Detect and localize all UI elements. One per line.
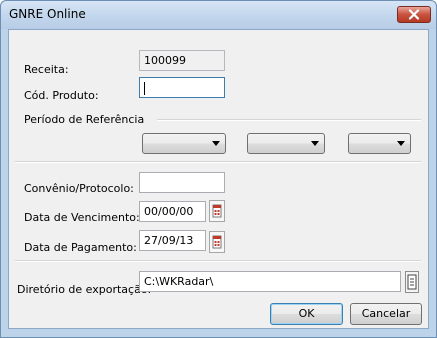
- browse-icon: [407, 274, 417, 290]
- periodo-dropdown-2[interactable]: [247, 133, 325, 154]
- text-caret: [144, 81, 145, 95]
- pagamento-input[interactable]: 27/09/13: [139, 230, 206, 251]
- receita-label: Receita:: [24, 63, 69, 76]
- chevron-down-icon: [397, 141, 405, 146]
- title-bar[interactable]: GNRE Online: [1, 1, 436, 29]
- vencimento-label: Data de Vencimento:: [24, 211, 140, 224]
- browse-folder-button[interactable]: [405, 271, 419, 293]
- diretorio-label: Diretório de exportação:: [17, 283, 152, 296]
- cod-produto-label: Cód. Produto:: [24, 89, 99, 102]
- chevron-down-icon: [212, 141, 220, 146]
- dialog-window: GNRE Online Receita: 100099 Cód. Produto…: [0, 0, 437, 338]
- periodo-label: Período de Referência: [24, 113, 145, 126]
- cancel-button[interactable]: Cancelar: [350, 303, 422, 325]
- dialog-body: Receita: 100099 Cód. Produto: Período de…: [8, 29, 429, 329]
- vencimento-input[interactable]: 00/00/00: [139, 201, 206, 222]
- receita-field: 100099: [139, 50, 225, 71]
- periodo-dropdown-3[interactable]: [348, 133, 411, 154]
- calendar-icon: [212, 204, 222, 218]
- close-icon: [408, 9, 420, 20]
- chevron-down-icon: [311, 141, 319, 146]
- calendar-icon: [212, 235, 222, 249]
- convenio-input[interactable]: [139, 172, 225, 193]
- convenio-label: Convênio/Protocolo:: [24, 182, 134, 195]
- section-divider: [15, 161, 421, 163]
- pagamento-label: Data de Pagamento:: [24, 241, 137, 254]
- pagamento-calendar-button[interactable]: [209, 231, 225, 253]
- vencimento-calendar-button[interactable]: [209, 200, 225, 222]
- periodo-divider: [157, 119, 421, 121]
- periodo-dropdown-1[interactable]: [142, 133, 226, 154]
- diretorio-input[interactable]: C:\WKRadar\: [139, 271, 401, 292]
- section-divider: [15, 260, 421, 262]
- ok-button[interactable]: OK: [270, 303, 343, 325]
- window-title: GNRE Online: [9, 7, 86, 21]
- close-button[interactable]: [397, 6, 431, 23]
- cod-produto-input[interactable]: [139, 77, 225, 98]
